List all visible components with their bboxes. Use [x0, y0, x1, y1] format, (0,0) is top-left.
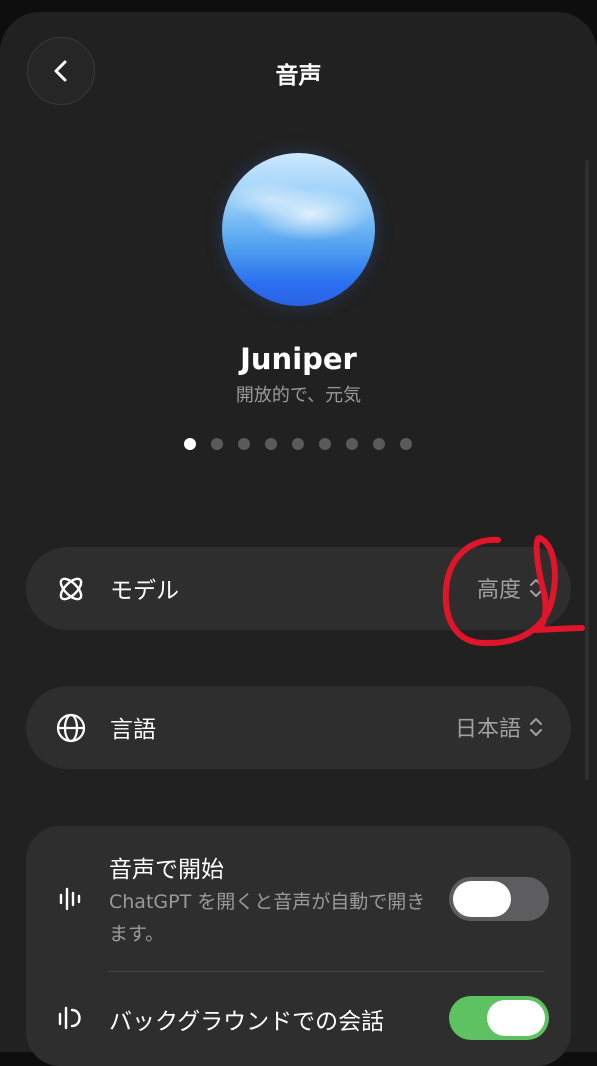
background-conversation-toggle[interactable] — [449, 996, 549, 1040]
model-atom-icon — [59, 577, 83, 601]
language-setting-row[interactable]: 言語 日本語 — [26, 686, 571, 769]
toggle-knob — [487, 1000, 545, 1036]
page-dot[interactable] — [346, 438, 358, 450]
start-with-voice-description: ChatGPT を開くと音声が自動で開きます。 — [109, 891, 426, 945]
voice-orb[interactable] — [222, 153, 375, 306]
page-dot[interactable] — [292, 438, 304, 450]
page-dot[interactable] — [238, 438, 250, 450]
page-title: 音声 — [275, 63, 322, 89]
page-dot[interactable] — [211, 438, 223, 450]
page-dot[interactable] — [400, 438, 412, 450]
language-label: 言語 — [110, 717, 156, 743]
chevron-up-down-icon — [530, 718, 542, 736]
language-selector[interactable]: 日本語 — [455, 711, 543, 743]
page-dot[interactable] — [373, 438, 385, 450]
page-dot[interactable] — [184, 438, 196, 450]
page-dot[interactable] — [265, 438, 277, 450]
waveform-icon — [59, 887, 81, 911]
chevron-up-down-icon — [530, 579, 542, 597]
background-conversation-item: バックグラウンドでの会話 — [26, 972, 571, 1066]
page-dot[interactable] — [319, 438, 331, 450]
globe-icon — [56, 713, 86, 743]
model-setting-row[interactable]: モデル 高度 — [26, 547, 571, 630]
model-value: 高度 — [476, 578, 521, 603]
model-selector[interactable]: 高度 — [477, 572, 543, 604]
background-voice-icon — [58, 1006, 81, 1030]
voice-page-indicator — [184, 438, 412, 450]
language-value: 日本語 — [454, 717, 521, 742]
start-with-voice-item: 音声で開始 ChatGPT を開くと音声が自動で開きます。 — [26, 826, 571, 972]
voice-options-card: 音声で開始 ChatGPT を開くと音声が自動で開きます。 バックグラウンドでの… — [26, 826, 571, 1066]
voice-description: 開放的で、元気 — [235, 385, 362, 406]
voice-name: Juniper — [240, 342, 357, 376]
start-with-voice-title: 音声で開始 — [109, 857, 224, 883]
toggle-knob — [453, 881, 511, 917]
model-label: モデル — [110, 578, 179, 604]
start-with-voice-toggle[interactable] — [449, 877, 549, 921]
scrollbar[interactable] — [585, 160, 589, 780]
background-conversation-title: バックグラウンドでの会話 — [109, 1009, 385, 1035]
